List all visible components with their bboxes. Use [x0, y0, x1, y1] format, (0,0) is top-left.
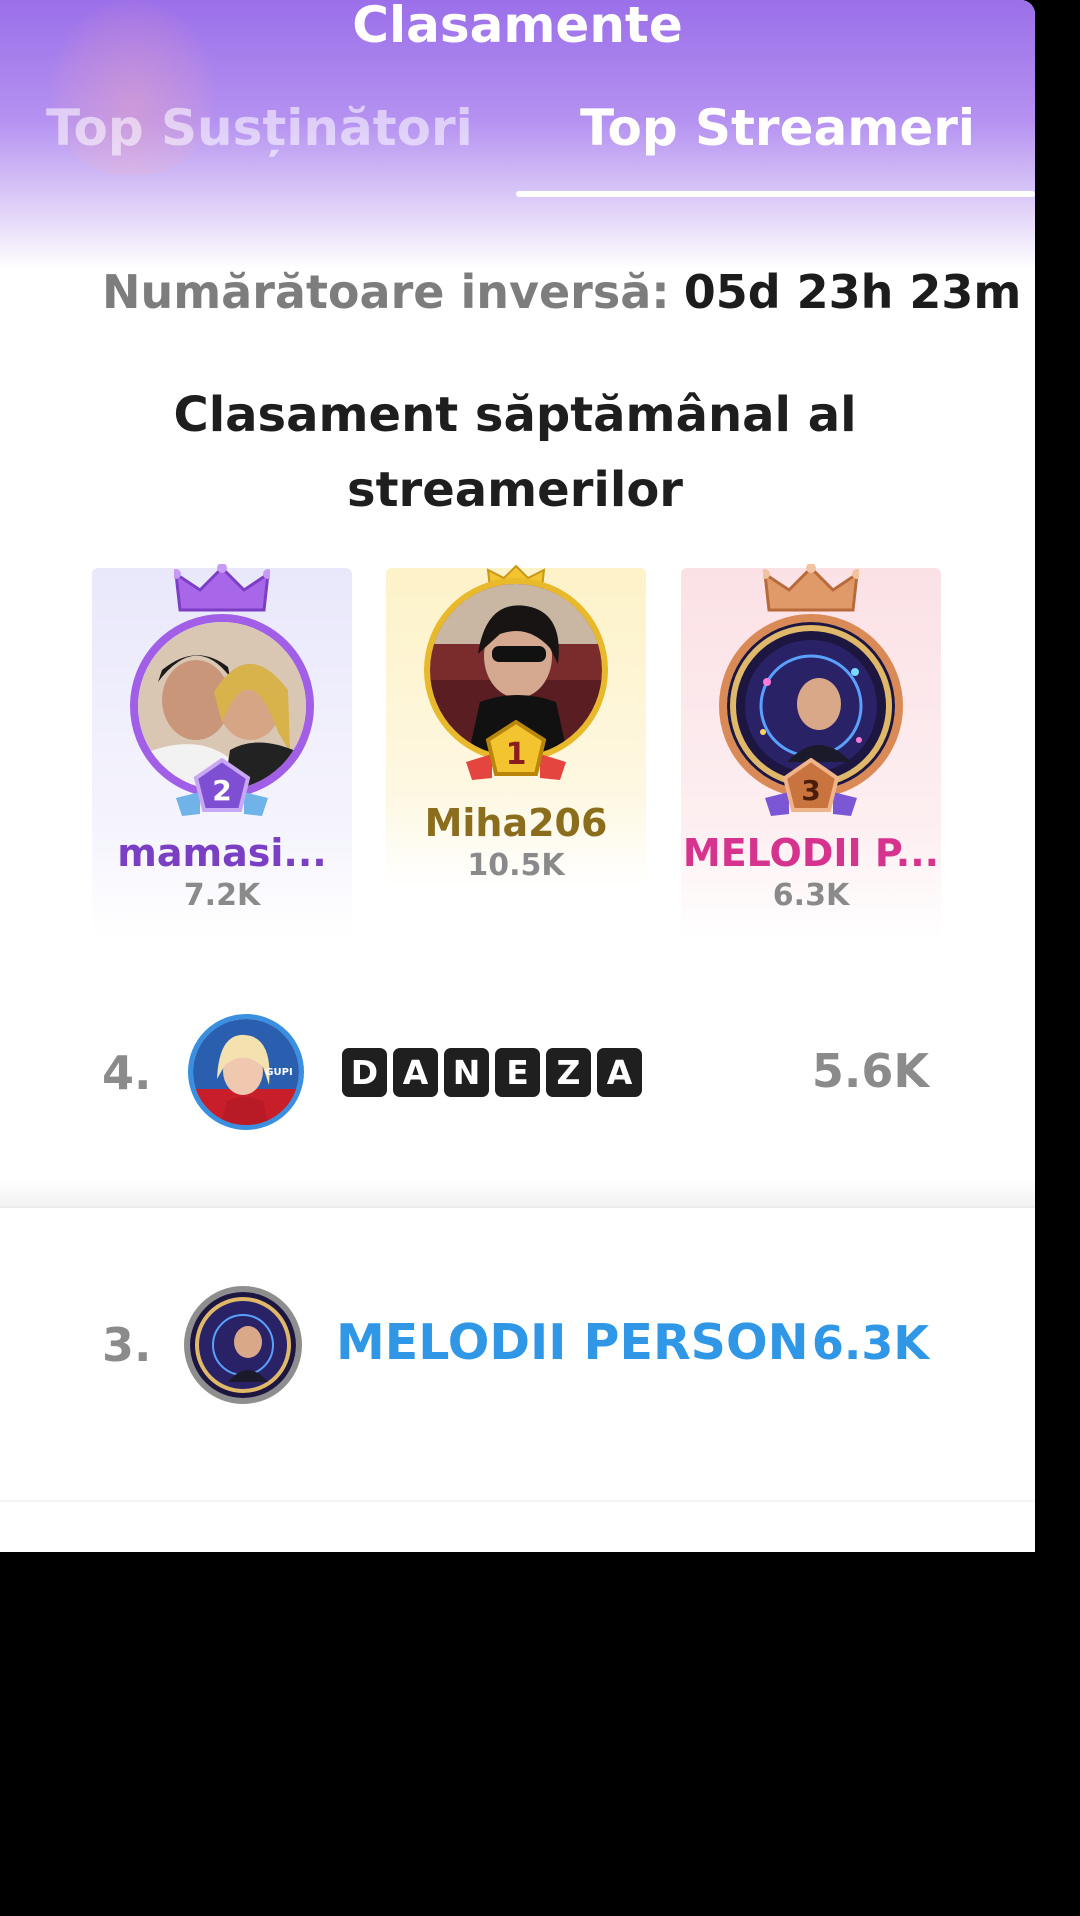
section-title: Clasament săptămânal al streamerilor [173, 387, 857, 518]
rank-badge-first: 1 [466, 720, 566, 780]
list-item[interactable]: 4. GUPI D A N E Z A 5.6K [0, 1010, 1035, 1192]
avatar [184, 1286, 302, 1404]
name-letter-tile: E [495, 1048, 540, 1097]
page-title: Clasamente [352, 0, 683, 54]
podium-name: mamasi... [117, 831, 327, 875]
tab-top-supporters[interactable]: Top Susținători [46, 98, 473, 158]
avatar: GUPI [188, 1014, 304, 1130]
name-letter-tile: N [444, 1048, 489, 1097]
crown-icon [763, 564, 859, 612]
avatar-photo [190, 1292, 296, 1398]
active-tab-indicator [516, 191, 1035, 197]
row-rank: 4. [102, 1046, 152, 1100]
row-rank: 3. [102, 1318, 152, 1372]
my-streamer-name: MELODII PERSON [336, 1314, 809, 1371]
podium-card-second[interactable]: 2 mamasi... 7.2K [92, 564, 352, 938]
name-letter-tile: Z [546, 1048, 591, 1097]
tab-top-streamers[interactable]: Top Streameri [580, 98, 975, 158]
row-score: 5.6K [811, 1044, 929, 1098]
avatar-photo: GUPI [193, 1019, 299, 1125]
podium-name: Miha206 [424, 801, 608, 845]
rank-number: 2 [212, 774, 231, 807]
leaderboard-panel: Clasamente Top Susținători Top Streameri… [0, 0, 1035, 1552]
countdown: Numărătoare inversă: 05d 23h 23m 4 [102, 264, 1035, 320]
podium-score: 10.5K [467, 848, 565, 883]
divider [0, 1500, 1035, 1502]
rank-number: 3 [801, 774, 820, 807]
crown-icon [174, 564, 270, 612]
my-rank-row[interactable]: 3. MELODII PERSON 6.3K [0, 1208, 1035, 1508]
rank-badge-third: 3 [765, 758, 857, 816]
podium-card-first[interactable]: 1 Miha206 10.5K [386, 564, 646, 888]
podium-score: 7.2K [183, 878, 261, 913]
name-letter-tile: A [597, 1048, 642, 1097]
podium-card-third[interactable]: 3 MELODII P... 6.3K [681, 564, 941, 938]
countdown-value: 05d 23h 23m 4 [683, 265, 1035, 319]
name-letter-tile: D [342, 1048, 387, 1097]
countdown-label: Numărătoare inversă: [102, 265, 670, 319]
avatar-badge-text: GUPI [265, 1067, 292, 1078]
my-score: 6.3K [811, 1316, 929, 1370]
rank-number: 1 [506, 737, 527, 772]
divider [0, 1178, 1035, 1206]
podium-name: MELODII P... [682, 831, 940, 875]
name-letter-tile: A [393, 1048, 438, 1097]
streamer-name-tiles: D A N E Z A [342, 1048, 642, 1097]
rank-badge-second: 2 [176, 758, 268, 816]
podium-score: 6.3K [772, 878, 850, 913]
